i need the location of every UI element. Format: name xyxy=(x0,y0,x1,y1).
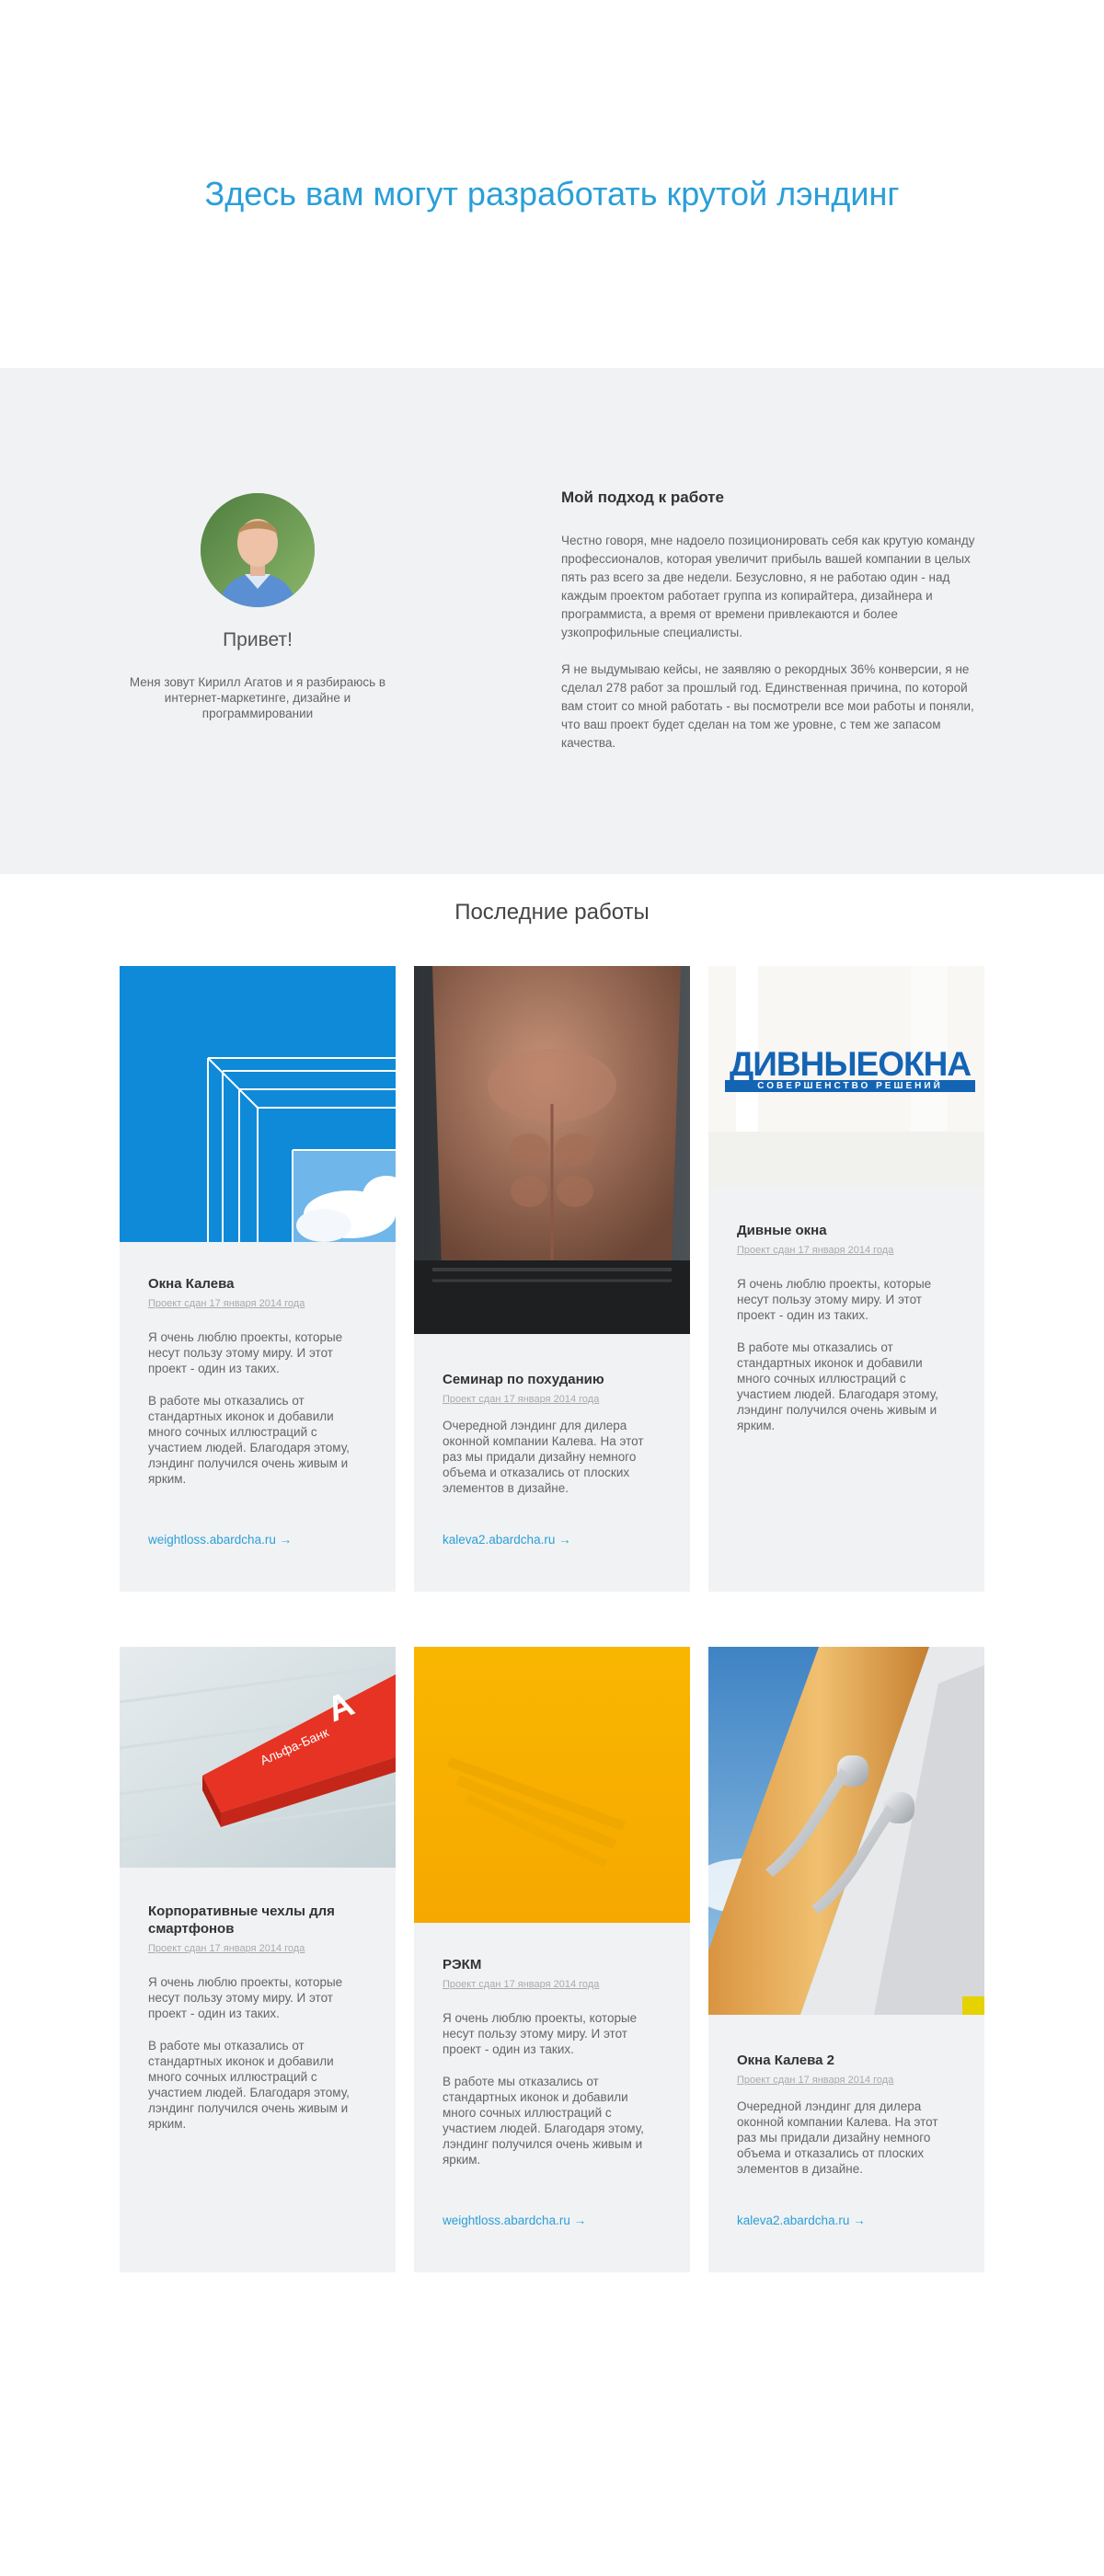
card-description: Я очень люблю проекты, которые несут пол… xyxy=(148,1975,343,2020)
logo-sub-text: СОВЕРШЕНСТВО РЕШЕНИЙ xyxy=(725,1080,975,1092)
approach-paragraph-2: Я не выдумываю кейсы, не заявляю о рекор… xyxy=(561,662,974,750)
about-section: Привет! Меня зовут Кирилл Агатов и я раз… xyxy=(0,368,1104,874)
card-link[interactable]: kaleva2.abardcha.ru → xyxy=(737,2214,866,2227)
work-card-divnye-okna[interactable]: ДИВНЫЕОКНА СОВЕРШЕНСТВО РЕШЕНИЙ Дивные о… xyxy=(708,966,984,1592)
work-card-seminar[interactable]: Семинар по похуданию Проект сдан 17 янва… xyxy=(414,966,690,1592)
card-date: Проект сдан 17 января 2014 года xyxy=(443,1394,600,1405)
logo-main-text: ДИВНЫЕОКНА xyxy=(729,1045,972,1083)
card-date: Проект сдан 17 января 2014 года xyxy=(737,1245,894,1256)
card-description-2: В работе мы отказались от стандартных ик… xyxy=(737,1340,938,1432)
approach-paragraph-1: Честно говоря, мне надоело позиционирова… xyxy=(561,534,975,639)
card-link[interactable]: weightloss.abardcha.ru → xyxy=(148,1533,292,1547)
intro-text: Меня зовут Кирилл Агатов и я разбираюсь … xyxy=(129,675,386,720)
card-date: Проект сдан 17 января 2014 года xyxy=(737,2075,894,2086)
card-title: Семинар по похуданию xyxy=(443,1372,604,1387)
card-description-2: В работе мы отказались от стандартных ик… xyxy=(148,1394,350,1486)
hero-title: Здесь вам могут разработать крутой лэнди… xyxy=(204,175,900,213)
card-title: Корпоративные чехлы для смартфонов xyxy=(148,1903,335,1937)
work-card-rekm[interactable]: РЭКМ Проект сдан 17 января 2014 года Я о… xyxy=(414,1647,690,2272)
work-card-okna-kaleva[interactable]: Окна Калева Проект сдан 17 января 2014 г… xyxy=(120,966,396,1592)
card-description: Очередной лэндинг для дилера оконной ком… xyxy=(737,2099,938,2176)
card-date: Проект сдан 17 января 2014 года xyxy=(148,1298,305,1309)
card-title: РЭКМ xyxy=(443,1957,482,1972)
card-description: Я очень люблю проекты, которые несут пол… xyxy=(443,2011,638,2056)
card-link[interactable]: kaleva2.abardcha.ru → xyxy=(443,1533,571,1547)
works-title: Последние работы xyxy=(454,900,650,925)
avatar xyxy=(201,493,315,607)
card-description-2: В работе мы отказались от стандартных ик… xyxy=(443,2075,644,2167)
card-date: Проект сдан 17 января 2014 года xyxy=(148,1943,305,1954)
work-image-rekm xyxy=(414,1647,690,1923)
card-link[interactable]: weightloss.abardcha.ru → xyxy=(443,2214,586,2227)
card-title: Окна Калева 2 xyxy=(737,2053,834,2068)
card-date: Проект сдан 17 января 2014 года xyxy=(443,1979,600,1990)
card-description: Я очень люблю проекты, которые несут пол… xyxy=(148,1330,343,1375)
card-title: Дивные окна xyxy=(737,1223,827,1238)
work-image-seminar xyxy=(414,966,690,1334)
work-card-chehly[interactable]: А Альфа-Банк Корпоративные чехлы для сма… xyxy=(120,1647,396,2272)
work-image-divnye-okna: ДИВНЫЕОКНА СОВЕРШЕНСТВО РЕШЕНИЙ xyxy=(708,966,984,1187)
card-description: Очередной лэндинг для дилера оконной ком… xyxy=(443,1419,644,1495)
work-image-chehly: А Альфа-Банк xyxy=(120,1647,396,1868)
card-description: Я очень люблю проекты, которые несут пол… xyxy=(737,1277,932,1322)
greeting: Привет! xyxy=(223,629,293,650)
card-title: Окна Калева xyxy=(148,1276,235,1292)
card-description-2: В работе мы отказались от стандартных ик… xyxy=(148,2039,350,2131)
work-image-okna-kaleva xyxy=(120,966,396,1242)
approach-heading: Мой подход к работе xyxy=(561,489,724,506)
work-image-okna-kaleva-2 xyxy=(708,1647,984,2015)
work-card-okna-kaleva-2[interactable]: Окна Калева 2 Проект сдан 17 января 2014… xyxy=(708,1647,984,2272)
divnye-okna-logo: ДИВНЫЕОКНА СОВЕРШЕНСТВО РЕШЕНИЙ xyxy=(725,1047,975,1092)
hero-section: Здесь вам могут разработать крутой лэнди… xyxy=(0,0,1104,368)
